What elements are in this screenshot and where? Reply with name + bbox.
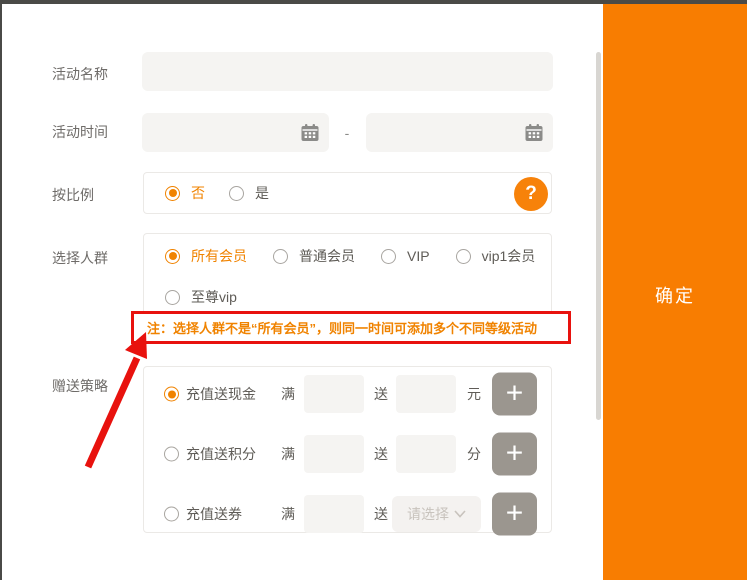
audience-label: 选择人群 — [52, 248, 108, 268]
coupon-threshold-input[interactable] — [304, 495, 364, 533]
by-ratio-label: 按比例 — [52, 185, 94, 205]
coupon-select[interactable]: 请选择 — [392, 496, 481, 532]
audience-option-supreme-vip[interactable]: 至尊vip — [165, 287, 237, 307]
ratio-option-no[interactable]: 否 — [165, 183, 205, 203]
audience-group: 所有会员 普通会员 VIP vip1会员 至尊vip — [143, 233, 552, 316]
radio-button[interactable] — [229, 186, 244, 201]
date-range-separator: - — [340, 113, 354, 152]
strategy-row-coupon: 充值送券 满 送 请选择 + — [144, 491, 551, 537]
calendar-icon[interactable] — [300, 123, 320, 143]
audience-option-normal-members[interactable]: 普通会员 — [273, 246, 355, 266]
confirm-button[interactable]: 确定 — [603, 281, 747, 309]
cash-amount-input[interactable] — [396, 375, 456, 413]
audience-option-all-members[interactable]: 所有会员 — [165, 246, 247, 266]
start-date-input[interactable] — [142, 113, 300, 152]
strategy-row-cash: 充值送现金 满 送 元 + — [144, 371, 551, 417]
radio-button[interactable] — [456, 249, 471, 264]
dialog-side-panel: 确定 — [603, 4, 747, 580]
by-ratio-group: 否 是 ? — [143, 172, 552, 214]
activity-name-input[interactable] — [142, 52, 553, 91]
start-date-field[interactable] — [142, 113, 329, 152]
activity-name-label: 活动名称 — [52, 64, 108, 84]
end-date-field[interactable] — [366, 113, 553, 152]
audience-options-row-1: 所有会员 普通会员 VIP vip1会员 — [144, 234, 551, 278]
radio-button[interactable] — [273, 249, 288, 264]
radio-button[interactable] — [164, 507, 179, 522]
radio-button[interactable] — [164, 447, 179, 462]
activity-time-label: 活动时间 — [52, 122, 108, 142]
annotation-highlight-note: 注：选择人群不是“所有会员”，则同一时间可添加多个不同等级活动 — [131, 311, 571, 344]
radio-button[interactable] — [165, 290, 180, 305]
chevron-down-icon — [454, 510, 466, 518]
help-icon[interactable]: ? — [514, 177, 548, 211]
add-rule-button[interactable]: + — [492, 373, 537, 416]
radio-button[interactable] — [381, 249, 396, 264]
end-date-input[interactable] — [366, 113, 524, 152]
radio-button[interactable] — [164, 387, 179, 402]
calendar-icon[interactable] — [524, 123, 544, 143]
audience-option-vip[interactable]: VIP — [381, 248, 430, 264]
window-left-border — [0, 0, 2, 580]
unit-label-points: 分 — [467, 444, 481, 464]
points-threshold-input[interactable] — [304, 435, 364, 473]
cash-threshold-input[interactable] — [304, 375, 364, 413]
unit-label-yuan: 元 — [467, 384, 481, 404]
ratio-option-yes[interactable]: 是 — [229, 183, 269, 203]
radio-button[interactable] — [165, 186, 180, 201]
create-activity-dialog: 活动名称 活动时间 - — [0, 0, 747, 580]
window-top-border — [0, 0, 747, 4]
points-amount-input[interactable] — [396, 435, 456, 473]
add-rule-button[interactable]: + — [492, 493, 537, 536]
radio-button[interactable] — [165, 249, 180, 264]
gift-strategy-group: 充值送现金 满 送 元 + 充值送积分 满 送 分 + 充值送券 满 送 请选择 — [143, 366, 552, 533]
audience-option-vip1[interactable]: vip1会员 — [456, 246, 536, 266]
add-rule-button[interactable]: + — [492, 433, 537, 476]
gift-strategy-label: 赠送策略 — [52, 376, 108, 396]
strategy-row-points: 充值送积分 满 送 分 + — [144, 431, 551, 477]
scrollbar-thumb[interactable] — [596, 52, 601, 420]
